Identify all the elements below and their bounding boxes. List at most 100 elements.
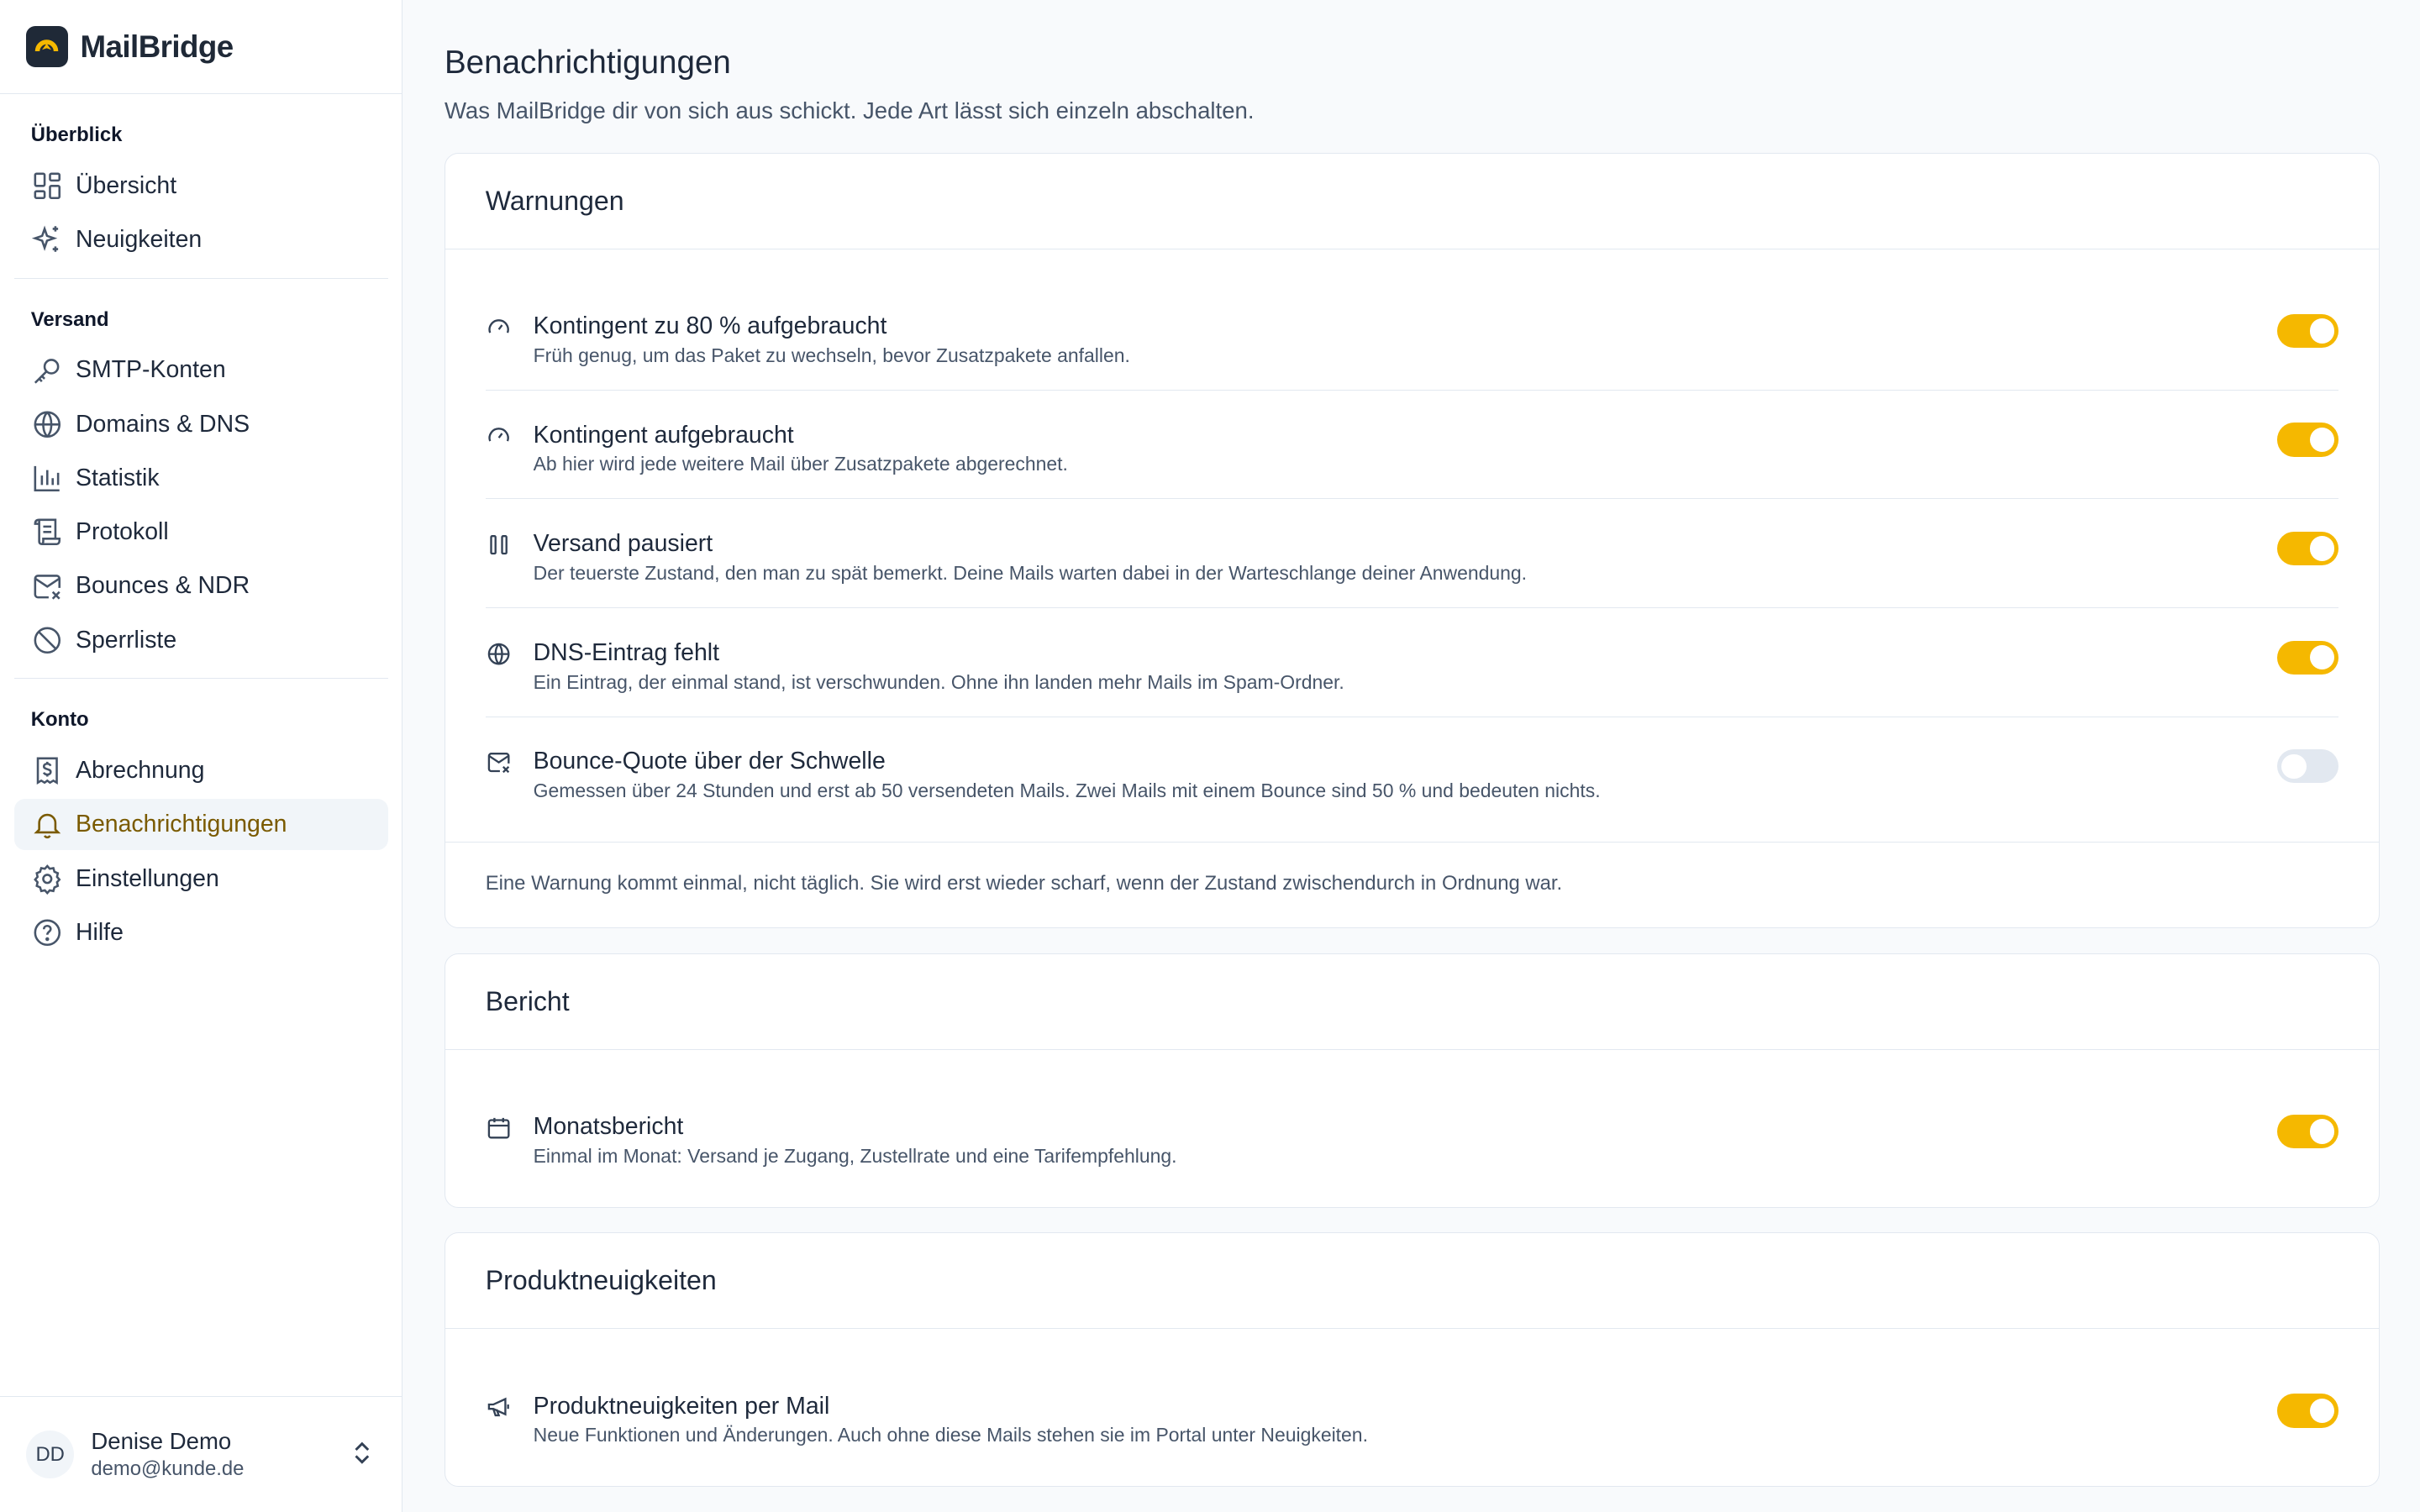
card-warnungen: Warnungen Kontingent zu 80 % aufgebrauch… — [444, 152, 2381, 929]
setting-title: Kontingent zu 80 % aufgebraucht — [533, 312, 887, 340]
setting-row: Kontingent zu 80 % aufgebraucht Früh gen… — [485, 281, 2339, 391]
gear-icon — [31, 863, 64, 895]
nav-heading: Versand — [30, 307, 109, 331]
brand-logo-icon — [26, 25, 68, 68]
card-body: Monatsbericht Einmal im Monat: Versand j… — [445, 1050, 2379, 1207]
setting-row: Versand pausiert Der teuerste Zustand, d… — [485, 499, 2339, 608]
setting-text: Kontingent aufgebraucht Ab hier wird jed… — [534, 420, 1068, 479]
sidebar-item-label: Benachrichtigungen — [75, 811, 287, 838]
sidebar-item-domains-dns[interactable]: Domains & DNS — [14, 399, 388, 450]
sidebar-item-protokoll[interactable]: Protokoll — [14, 507, 388, 558]
sidebar-item-label: Statistik — [75, 464, 160, 491]
sidebar-item-label: Sperrliste — [75, 626, 177, 654]
gauge-icon — [486, 314, 512, 340]
brand[interactable]: MailBridge — [0, 0, 402, 95]
sidebar-item-smtp-konten[interactable]: SMTP-Konten — [14, 345, 388, 396]
setting-row: Produktneuigkeiten per Mail Neue Funktio… — [486, 1362, 2339, 1470]
sidebar-item-neuigkeiten[interactable]: Neuigkeiten — [14, 214, 388, 265]
receipt-dollar-icon — [31, 754, 64, 787]
toggle-switch[interactable] — [2276, 531, 2339, 566]
sidebar-item-uebersicht[interactable]: Übersicht — [14, 160, 388, 212]
setting-title: DNS-Eintrag fehlt — [533, 638, 720, 666]
nav-heading: Überblick — [30, 123, 123, 147]
bar-chart-icon — [31, 462, 64, 495]
gauge-icon — [486, 423, 512, 449]
sidebar-item-label: Übersicht — [75, 171, 177, 199]
sparkles-icon — [31, 223, 64, 256]
setting-title: Kontingent aufgebraucht — [533, 421, 794, 449]
toggle-switch[interactable] — [2276, 1394, 2339, 1428]
setting-title: Produktneuigkeiten per Mail — [533, 1392, 830, 1420]
globe-icon — [31, 408, 64, 441]
card-title: Warnungen — [445, 154, 2380, 249]
help-circle-icon — [31, 916, 64, 949]
megaphone-icon — [486, 1394, 512, 1420]
setting-text: Kontingent zu 80 % aufgebraucht Früh gen… — [534, 311, 1130, 370]
key-icon — [31, 354, 64, 387]
sidebar-item-benachrichtigungen[interactable]: Benachrichtigungen — [13, 799, 388, 851]
nav-group-versand: Versand SMTP-Konten Domains & DNS Statis… — [13, 277, 388, 679]
toggle-switch[interactable] — [2276, 423, 2339, 457]
sidebar-item-hilfe[interactable]: Hilfe — [14, 907, 388, 958]
card-title: Bericht — [445, 954, 2380, 1050]
setting-row: Kontingent aufgebraucht Ab hier wird jed… — [485, 391, 2339, 500]
toggle-switch[interactable] — [2276, 1114, 2339, 1149]
toggle-switch[interactable] — [2276, 640, 2339, 675]
toggle-switch[interactable] — [2276, 313, 2339, 349]
page-subtitle: Was MailBridge dir von sich aus schickt.… — [444, 97, 1255, 123]
sidebar-item-bounces-ndr[interactable]: Bounces & NDR — [14, 561, 388, 612]
nav-group-konto: Konto Abrechnung Benachrichtigungen Eins… — [13, 678, 388, 970]
sidebar-item-abrechnung[interactable]: Abrechnung — [14, 745, 388, 796]
setting-description: Der teuerste Zustand, den man zu spät be… — [533, 562, 1527, 584]
dashboard-icon — [31, 170, 64, 202]
setting-description: Neue Funktionen und Änderungen. Auch ohn… — [533, 1424, 1368, 1446]
setting-text: Bounce-Quote über der Schwelle Gemessen … — [534, 746, 1601, 805]
setting-row: Bounce-Quote über der Schwelle Gemessen … — [486, 717, 2339, 826]
card-produktneuigkeiten: Produktneuigkeiten Produktneuigkeiten pe… — [444, 1232, 2381, 1488]
setting-title: Monatsbericht — [533, 1112, 684, 1140]
sidebar-item-label: Domains & DNS — [75, 410, 250, 438]
bell-icon — [31, 808, 64, 841]
toggle-switch[interactable] — [2276, 749, 2339, 784]
avatar: DD — [26, 1431, 75, 1479]
setting-text: Monatsbericht Einmal im Monat: Versand j… — [534, 1111, 1177, 1170]
mail-x-icon — [486, 749, 512, 775]
setting-description: Gemessen über 24 Stunden und erst ab 50 … — [533, 780, 1601, 802]
setting-description: Einmal im Monat: Versand je Zugang, Zust… — [533, 1144, 1177, 1167]
setting-description: Ein Eintrag, der einmal stand, ist versc… — [533, 670, 1344, 693]
setting-text: Produktneuigkeiten per Mail Neue Funktio… — [534, 1391, 1368, 1450]
sidebar-item-label: Abrechnung — [75, 756, 205, 784]
nav-heading: Konto — [30, 708, 89, 732]
card-body: Produktneuigkeiten per Mail Neue Funktio… — [445, 1329, 2379, 1486]
user-menu[interactable]: DD Denise Demo demo@kunde.de — [0, 1396, 402, 1512]
setting-text: Versand pausiert Der teuerste Zustand, d… — [534, 528, 1527, 587]
user-info: Denise Demo demo@kunde.de — [91, 1427, 244, 1483]
setting-description: Ab hier wird jede weitere Mail über Zusa… — [533, 453, 1068, 475]
pause-icon — [486, 532, 512, 558]
sidebar-item-statistik[interactable]: Statistik — [14, 453, 388, 504]
brand-name: MailBridge — [80, 29, 234, 64]
sidebar-item-label: Einstellungen — [75, 864, 219, 892]
card-body: Kontingent zu 80 % aufgebraucht Früh gen… — [445, 249, 2379, 843]
setting-row: Monatsbericht Einmal im Monat: Versand j… — [486, 1082, 2339, 1190]
ban-icon — [31, 624, 64, 657]
calendar-icon — [486, 1115, 512, 1141]
globe-icon — [486, 641, 512, 667]
mail-x-icon — [31, 570, 64, 603]
sidebar-item-label: Hilfe — [75, 918, 124, 946]
setting-row: DNS-Eintrag fehlt Ein Eintrag, der einma… — [485, 608, 2339, 717]
sidebar-item-label: Bounces & NDR — [75, 572, 250, 600]
sidebar-item-label: Protokoll — [75, 518, 169, 546]
sidebar-nav: Überblick Übersicht Neuigkeiten Versand — [0, 94, 402, 1512]
setting-text: DNS-Eintrag fehlt Ein Eintrag, der einma… — [534, 638, 1344, 696]
user-email: demo@kunde.de — [91, 1457, 245, 1481]
nav-group-ueberblick: Überblick Übersicht Neuigkeiten — [14, 94, 388, 278]
card-footer-note: Eine Warnung kommt einmal, nicht täglich… — [445, 842, 2380, 927]
sidebar-item-sperrliste[interactable]: Sperrliste — [14, 615, 388, 666]
sidebar-item-einstellungen[interactable]: Einstellungen — [14, 853, 388, 905]
sidebar: MailBridge Überblick Übersicht Neuigkeit… — [0, 0, 403, 1512]
setting-description: Früh genug, um das Paket zu wechseln, be… — [533, 344, 1130, 366]
setting-title: Versand pausiert — [533, 530, 713, 558]
chevrons-up-down-icon[interactable] — [351, 1441, 373, 1472]
main-content: Benachrichtigungen Was MailBridge dir vo… — [402, 0, 2420, 1512]
